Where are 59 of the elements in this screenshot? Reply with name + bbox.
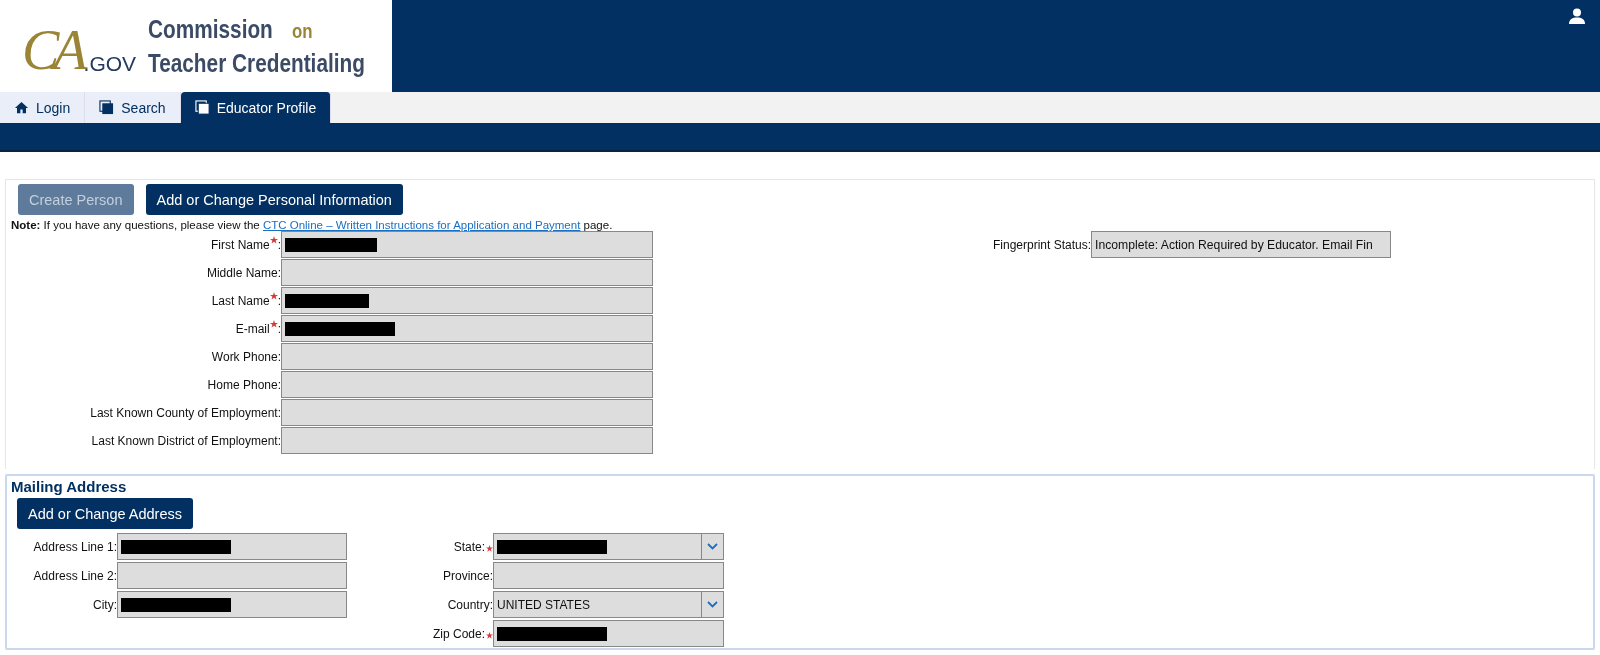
input-field[interactable] bbox=[281, 371, 653, 398]
colon: : bbox=[277, 349, 281, 364]
organization-title: Teacher Credentialing bbox=[148, 47, 365, 79]
nav-tab[interactable]: Educator Profile bbox=[180, 92, 332, 123]
field-label: Middle Name bbox=[206, 265, 278, 280]
input-field[interactable] bbox=[281, 427, 653, 454]
chevron-down-icon bbox=[707, 601, 718, 608]
colon: : bbox=[277, 265, 281, 280]
input-field[interactable] bbox=[281, 231, 653, 258]
address-button[interactable]: Add or Change Address bbox=[17, 498, 193, 529]
nav-tab[interactable]: Search bbox=[85, 92, 181, 123]
input-field[interactable] bbox=[493, 620, 724, 647]
dropdown-field[interactable]: UNITED STATES bbox=[493, 591, 724, 618]
organization-title: on bbox=[292, 18, 313, 44]
field-label: Last Known County of Employment bbox=[90, 405, 278, 420]
field-label: Fingerprint Status: bbox=[993, 237, 1092, 252]
note-text: Note: If you have any questions, please view the CTC Online – Written Instructions for Application and Payment page. bbox=[11, 219, 614, 231]
colon: : bbox=[277, 377, 281, 392]
colon: : bbox=[277, 433, 281, 448]
input-field[interactable] bbox=[281, 259, 653, 286]
home-icon bbox=[14, 100, 29, 115]
input-field[interactable] bbox=[117, 591, 347, 618]
squares-icon bbox=[194, 100, 210, 115]
input-field[interactable] bbox=[281, 287, 653, 314]
status-field: Incomplete: Action Required by Educator. Email Fin bbox=[1091, 231, 1392, 258]
field-label: City: bbox=[93, 597, 117, 612]
field-label: Work Phone bbox=[211, 349, 278, 364]
field-label: E-mail bbox=[235, 321, 270, 336]
logo-domain: .GOV bbox=[83, 52, 137, 76]
logo-mark: CA bbox=[22, 22, 82, 78]
input-field[interactable] bbox=[493, 562, 724, 589]
nav-tab[interactable]: Login bbox=[0, 92, 86, 123]
input-field[interactable] bbox=[281, 343, 653, 370]
colon: : bbox=[277, 405, 281, 420]
action-button[interactable]: Add or Change Personal Information bbox=[145, 184, 403, 215]
field-label: Address Line 1: bbox=[33, 539, 117, 554]
dropdown-field[interactable] bbox=[493, 533, 724, 560]
field-label: State: bbox=[453, 539, 485, 554]
field-label: Zip Code: bbox=[432, 626, 485, 641]
colon: : bbox=[277, 237, 281, 252]
field-label: Address Line 2: bbox=[33, 568, 117, 583]
organization-title: Commission bbox=[148, 13, 273, 45]
section-title: Mailing Address bbox=[11, 478, 128, 495]
colon: : bbox=[277, 293, 281, 308]
instructions-link[interactable]: CTC Online – Written Instructions for Application and Payment bbox=[262, 219, 581, 231]
input-field[interactable] bbox=[117, 533, 347, 560]
field-label: Last Known District of Employment bbox=[91, 433, 278, 448]
squares-icon bbox=[99, 100, 115, 115]
field-label: Home Phone bbox=[207, 377, 278, 392]
colon: : bbox=[277, 321, 281, 336]
input-field[interactable] bbox=[117, 562, 347, 589]
user-icon[interactable] bbox=[1568, 8, 1586, 24]
input-field[interactable] bbox=[281, 399, 653, 426]
field-label: First Name bbox=[211, 237, 270, 252]
field-label: Country: bbox=[447, 597, 493, 612]
field-label: Last Name bbox=[211, 293, 270, 308]
chevron-down-icon bbox=[707, 543, 718, 550]
field-label: Province: bbox=[442, 568, 493, 583]
input-field[interactable] bbox=[281, 315, 653, 342]
